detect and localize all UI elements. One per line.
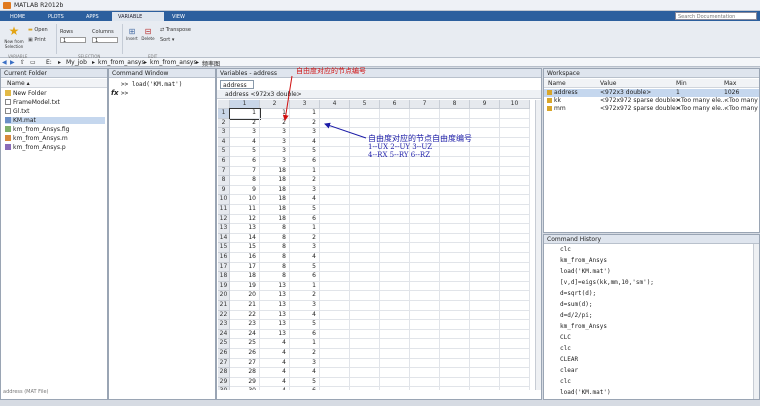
red-arrow: [282, 75, 293, 121]
annotation-arrows: [282, 75, 367, 139]
blue-arrow: [324, 122, 367, 139]
